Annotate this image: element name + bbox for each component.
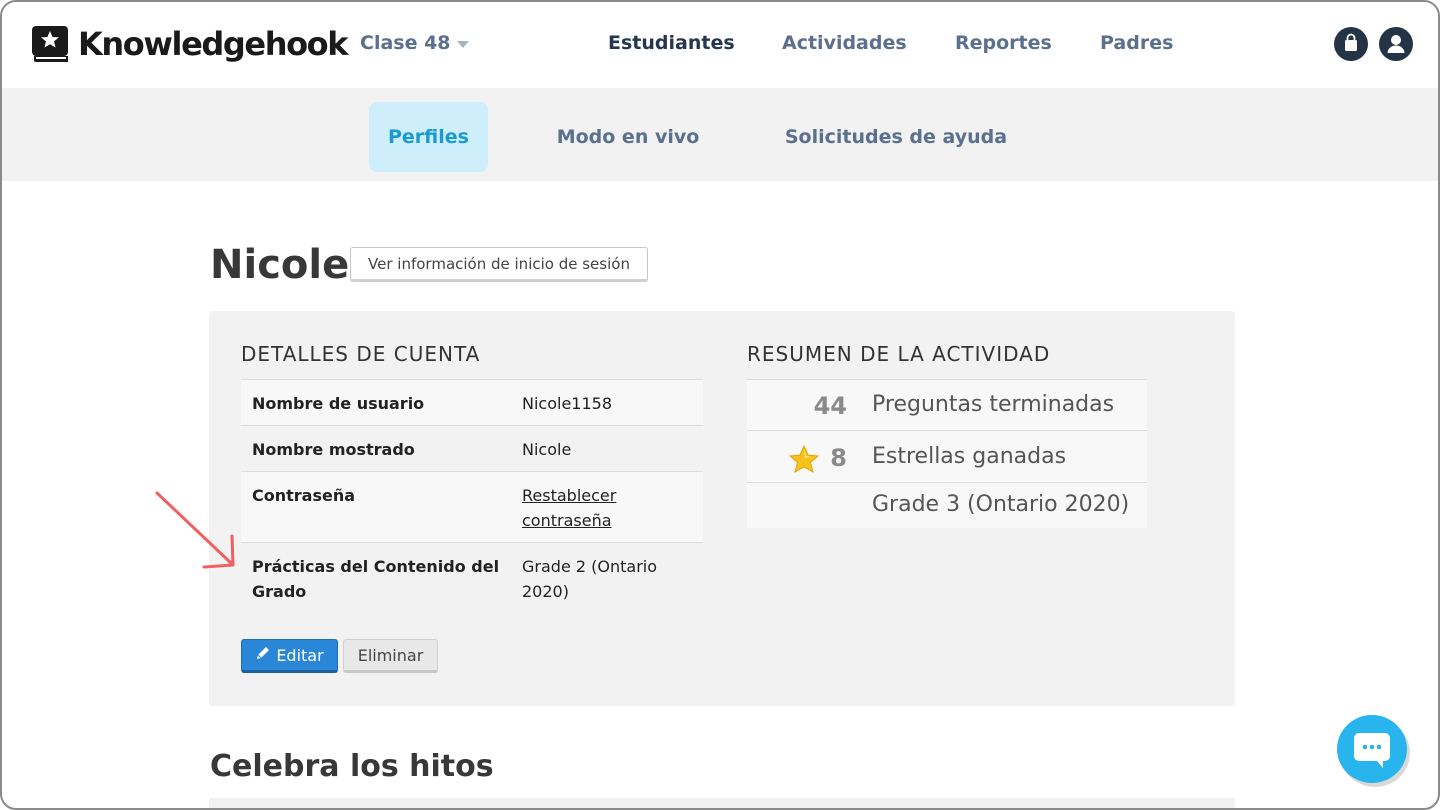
row-value: Nicole1158 xyxy=(522,394,613,413)
activity-summary-title: RESUMEN DE LA ACTIVIDAD xyxy=(747,342,1051,366)
view-login-info-button[interactable]: Ver información de inicio de sesión xyxy=(350,247,648,282)
summary-row-stars: 8 Estrellas ganadas xyxy=(747,430,1147,482)
brand-name: Knowledgehook xyxy=(78,25,349,63)
summary-row-questions: 44 Preguntas terminadas xyxy=(747,379,1147,430)
grade-label: Grade 3 (Ontario 2020) xyxy=(872,492,1130,517)
chat-button[interactable] xyxy=(1337,715,1407,783)
milestones-title: Celebra los hitos xyxy=(210,749,494,784)
account-details-title: DETALLES DE CUENTA xyxy=(241,342,481,366)
table-row: Nombre mostrado Nicole xyxy=(241,425,703,471)
nav-reportes[interactable]: Reportes xyxy=(955,32,1052,54)
arrow-icon xyxy=(155,491,235,569)
user-icon xyxy=(1387,35,1405,53)
summary-row-grade: Grade 3 (Ontario 2020) xyxy=(747,482,1147,528)
table-row: Contraseña Restablecer contraseña xyxy=(241,471,703,542)
chevron-down-icon xyxy=(456,40,469,48)
row-value: Nicole xyxy=(522,440,572,459)
row-label: Contraseña xyxy=(252,486,356,505)
tab-perfiles[interactable]: Perfiles xyxy=(369,102,488,172)
class-selector-label: Clase 48 xyxy=(360,32,451,54)
page-title: Nicole xyxy=(210,242,350,288)
row-label: Prácticas del Contenido del Grado xyxy=(252,557,500,601)
nav-actividades[interactable]: Actividades xyxy=(782,32,907,54)
chat-icon xyxy=(1354,733,1390,768)
edit-button-label: Editar xyxy=(276,645,324,665)
row-label: Nombre mostrado xyxy=(252,440,415,459)
app-window: Knowledgehook Clase 48 Estudiantes Activ… xyxy=(0,0,1440,810)
questions-label: Preguntas terminadas xyxy=(872,392,1115,417)
class-selector[interactable]: Clase 48 xyxy=(360,32,469,54)
table-row: Prácticas del Contenido del Grado Grade … xyxy=(241,542,703,614)
edit-button[interactable]: Editar xyxy=(241,639,338,673)
top-navbar: Knowledgehook Clase 48 Estudiantes Activ… xyxy=(2,2,1438,88)
user-menu-button[interactable] xyxy=(1379,27,1413,61)
questions-count: 44 xyxy=(813,392,847,420)
sub-nav: Perfiles Modo en vivo Solicitudes de ayu… xyxy=(2,88,1438,181)
shop-button[interactable] xyxy=(1334,27,1368,61)
nav-padres[interactable]: Padres xyxy=(1100,32,1173,54)
delete-button[interactable]: Eliminar xyxy=(343,639,438,673)
tab-modo-en-vivo[interactable]: Modo en vivo xyxy=(542,102,714,172)
row-value: Grade 2 (Ontario 2020) xyxy=(522,557,657,601)
nav-estudiantes[interactable]: Estudiantes xyxy=(608,32,735,54)
milestones-panel xyxy=(209,798,1235,808)
pencil-icon xyxy=(255,645,271,665)
table-row: Nombre de usuario Nicole1158 xyxy=(241,379,703,425)
stars-label: Estrellas ganadas xyxy=(872,444,1067,469)
stars-count: 8 xyxy=(830,444,847,472)
row-label: Nombre de usuario xyxy=(252,394,425,413)
reset-password-link[interactable]: Restablecer contraseña xyxy=(522,483,662,533)
tab-solicitudes-de-ayuda[interactable]: Solicitudes de ayuda xyxy=(772,102,1020,172)
star-icon xyxy=(788,444,820,477)
book-star-icon xyxy=(30,23,72,65)
shopping-bag-icon xyxy=(1345,33,1357,51)
brand-logo[interactable]: Knowledgehook xyxy=(30,22,349,66)
